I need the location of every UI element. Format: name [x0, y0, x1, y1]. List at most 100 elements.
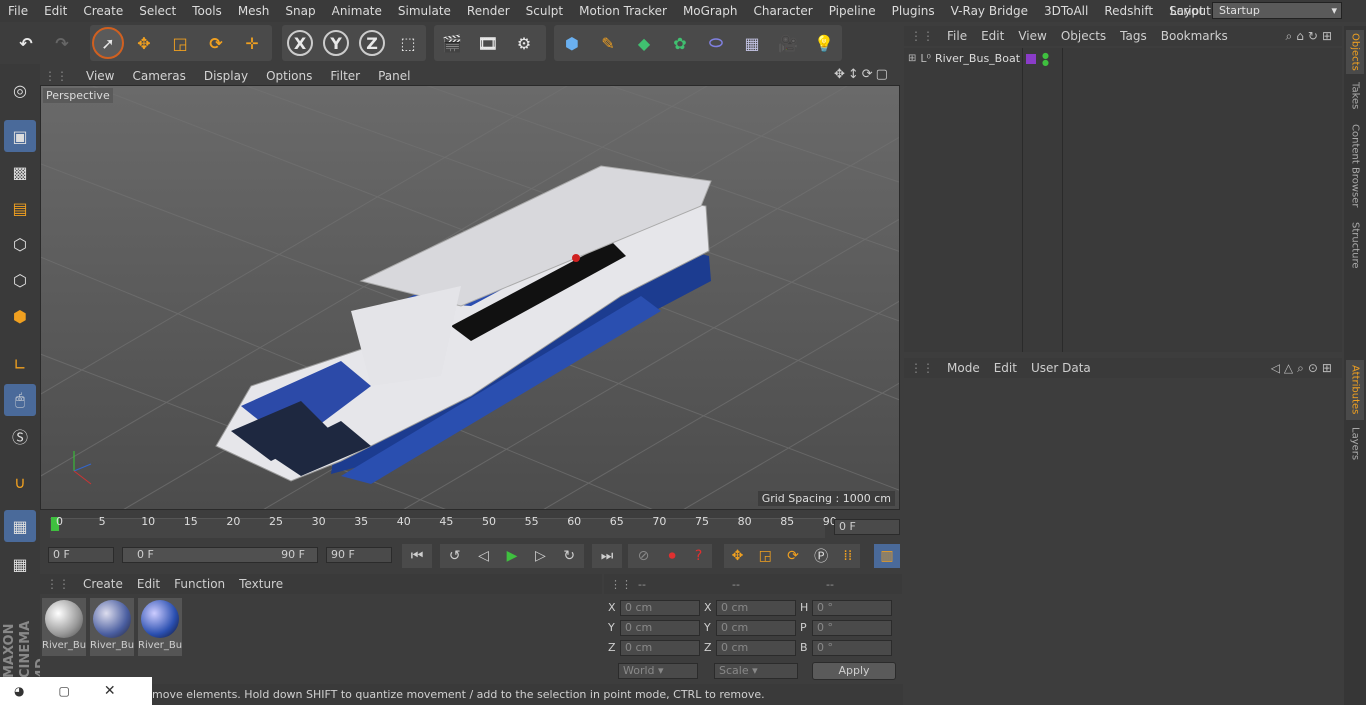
coord-mode-dropdown[interactable]: Scale ▾	[714, 663, 798, 679]
redo-button[interactable]: ↷	[46, 27, 78, 59]
coord-value-field[interactable]: 0 cm	[620, 620, 700, 636]
material-swatch[interactable]: River_Bu	[90, 598, 134, 656]
polygons-mode-icon[interactable]: ⬢	[4, 300, 36, 332]
help-key-icon[interactable]: ?	[695, 548, 702, 564]
light-icon[interactable]: 💡	[808, 27, 840, 59]
move-tool-icon[interactable]: ✥	[128, 27, 160, 59]
close-icon[interactable]: ✕	[104, 683, 116, 699]
attr-menu-mode[interactable]: Mode	[940, 361, 987, 375]
pen-spline-icon[interactable]: ✎	[592, 27, 624, 59]
menu-item-tools[interactable]: Tools	[184, 4, 230, 18]
menu-item-mograph[interactable]: MoGraph	[675, 4, 746, 18]
floor-icon[interactable]: ▦	[736, 27, 768, 59]
menu-item-select[interactable]: Select	[131, 4, 184, 18]
key-pla-icon[interactable]: ⁞⁞	[843, 548, 852, 564]
vp-menu-filter[interactable]: Filter	[321, 69, 369, 83]
tab-structure[interactable]: Structure	[1346, 218, 1364, 272]
tab-content-browser[interactable]: Content Browser	[1346, 118, 1364, 214]
vp-menu-view[interactable]: View	[77, 69, 123, 83]
menu-item-create[interactable]: Create	[75, 4, 131, 18]
transform-tool-icon[interactable]: ✛	[236, 27, 268, 59]
search-icon[interactable]: ⌕⌂↻⊞	[1286, 29, 1342, 44]
camera-icon[interactable]: 🎥	[772, 27, 804, 59]
menu-item-animate[interactable]: Animate	[324, 4, 390, 18]
texture-mode-icon[interactable]: ▩	[4, 156, 36, 188]
mat-menu-function[interactable]: Function	[167, 577, 232, 591]
menu-item-file[interactable]: File	[0, 4, 36, 18]
coord-value-field[interactable]: 0 cm	[620, 600, 700, 616]
render-view-icon[interactable]: 🎬	[436, 27, 468, 59]
points-mode-icon[interactable]: ⬡	[4, 228, 36, 260]
edges-mode-icon[interactable]: ⬡	[4, 264, 36, 296]
tab-objects[interactable]: Objects	[1346, 30, 1364, 74]
start-frame-field[interactable]: 0 F	[48, 547, 114, 563]
object-name[interactable]: River_Bus_Boat	[935, 52, 1020, 65]
vp-menu-panel[interactable]: Panel	[369, 69, 419, 83]
scale-tool-icon[interactable]: ◲	[164, 27, 196, 59]
tab-attributes[interactable]: Attributes	[1346, 360, 1364, 420]
coord-value-field[interactable]: 0 °	[812, 640, 892, 656]
rotate-tool-icon[interactable]: ⟳	[200, 27, 232, 59]
vp-menu-display[interactable]: Display	[195, 69, 257, 83]
menu-item-snap[interactable]: Snap	[277, 4, 323, 18]
coord-value-field[interactable]: 0 cm	[620, 640, 700, 656]
obj-menu-objects[interactable]: Objects	[1054, 29, 1113, 43]
key-param-icon[interactable]: Ⓟ	[814, 546, 828, 566]
obj-menu-tags[interactable]: Tags	[1113, 29, 1154, 43]
model-mode-icon[interactable]: ▣	[4, 120, 36, 152]
range-slider[interactable]: 0 F 90 F	[122, 547, 318, 563]
timeline[interactable]: 0 5 10 15 20 25 30 35 40 45 50 55 60 65 70 75 80 85 90 0 F	[40, 512, 903, 542]
lock-workplane-icon[interactable]: ▦	[4, 510, 36, 542]
obj-menu-view[interactable]: View	[1011, 29, 1053, 43]
z-axis-button[interactable]: Z	[359, 30, 385, 56]
cube-icon[interactable]: ⬢	[556, 27, 588, 59]
menu-item-3dtoall[interactable]: 3DToAll	[1036, 4, 1096, 18]
render-settings-icon[interactable]: ⚙	[508, 27, 540, 59]
attr-menu-userdata[interactable]: User Data	[1024, 361, 1098, 375]
expand-icon[interactable]: ⊞	[908, 53, 916, 64]
menu-item-render[interactable]: Render	[459, 4, 518, 18]
x-axis-button[interactable]: X	[287, 30, 313, 56]
menu-item-pipeline[interactable]: Pipeline	[821, 4, 884, 18]
visibility-dots-icon[interactable]: ● ●	[1042, 52, 1049, 67]
menu-item-mesh[interactable]: Mesh	[230, 4, 278, 18]
attr-nav-icons[interactable]: ◁△⌕⊙⊞	[1271, 361, 1342, 376]
tab-layers[interactable]: Layers	[1346, 424, 1364, 464]
apply-button[interactable]: Apply	[812, 662, 896, 680]
select-tool-icon[interactable]: ➚	[92, 27, 124, 59]
menu-item-v-ray-bridge[interactable]: V-Ray Bridge	[943, 4, 1036, 18]
render-picture-viewer-icon[interactable]: 🎞	[472, 27, 504, 59]
obj-menu-edit[interactable]: Edit	[974, 29, 1011, 43]
axis-mode-icon[interactable]: ∟	[4, 348, 36, 380]
menu-item-sculpt[interactable]: Sculpt	[518, 4, 571, 18]
menu-item-motion-tracker[interactable]: Motion Tracker	[571, 4, 675, 18]
minimize-icon[interactable]: ▢	[58, 684, 69, 698]
mat-menu-texture[interactable]: Texture	[232, 577, 290, 591]
deformer-icon[interactable]: ⬭	[700, 27, 732, 59]
magnet-icon[interactable]: ∪	[4, 466, 36, 498]
array-cloner-icon[interactable]: ✿	[664, 27, 696, 59]
obj-menu-bookmarks[interactable]: Bookmarks	[1154, 29, 1235, 43]
material-swatch[interactable]: River_Bu	[42, 598, 86, 656]
record-disabled-icon[interactable]: ⊘	[638, 548, 650, 564]
prev-key-icon[interactable]: ↺	[449, 548, 461, 564]
next-key-icon[interactable]: ↻	[563, 548, 575, 564]
vp-menu-options[interactable]: Options	[257, 69, 321, 83]
mat-menu-edit[interactable]: Edit	[130, 577, 167, 591]
goto-start-icon[interactable]: ⏮	[402, 544, 432, 568]
obj-menu-file[interactable]: File	[940, 29, 974, 43]
viewport-nav-icons[interactable]: ✥↕⟳▢	[834, 67, 891, 82]
current-frame-field[interactable]: 0 F	[834, 519, 900, 535]
coord-value-field[interactable]: 0 cm	[716, 620, 796, 636]
material-swatch[interactable]: River_Bu	[138, 598, 182, 656]
goto-end-icon[interactable]: ⏭	[592, 544, 622, 568]
subdivision-icon[interactable]: ◆	[628, 27, 660, 59]
menu-item-simulate[interactable]: Simulate	[390, 4, 459, 18]
make-editable-icon[interactable]: ◎	[4, 74, 36, 106]
menu-item-redshift[interactable]: Redshift	[1096, 4, 1161, 18]
attr-menu-edit[interactable]: Edit	[987, 361, 1024, 375]
menu-item-edit[interactable]: Edit	[36, 4, 75, 18]
layer-color-tag[interactable]	[1026, 54, 1036, 64]
object-row[interactable]: ⊞ L⁰ River_Bus_Boat	[908, 52, 1020, 65]
mat-menu-create[interactable]: Create	[76, 577, 130, 591]
